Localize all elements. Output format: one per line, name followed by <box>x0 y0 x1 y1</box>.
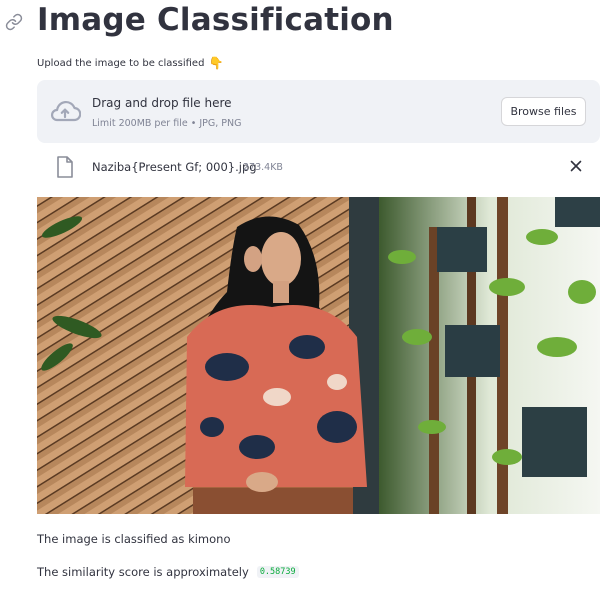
classification-result: The image is classified as kimono <box>37 532 231 546</box>
uploader-label: Upload the image to be classified 👇 <box>37 57 223 69</box>
similarity-score-line: The similarity score is approximately 0.… <box>37 565 299 579</box>
close-icon[interactable] <box>568 158 584 174</box>
link-icon[interactable] <box>5 13 23 31</box>
file-name: Naziba{Present Gf; 000}.jpg <box>92 160 257 174</box>
similarity-score-value: 0.58739 <box>256 566 299 578</box>
file-size: 273.4KB <box>243 162 283 173</box>
page-title: Image Classification <box>37 2 394 38</box>
file-icon <box>57 156 73 178</box>
cloud-upload-icon <box>51 101 81 122</box>
pointing-down-hand-icon: 👇 <box>208 56 224 70</box>
uploaded-file-row: Naziba{Present Gf; 000}.jpg 273.4KB <box>37 154 600 180</box>
app-page: Image Classification Upload the image to… <box>0 0 610 589</box>
browse-files-button[interactable]: Browse files <box>501 97 586 126</box>
similarity-label: The similarity score is approximately <box>37 565 249 579</box>
uploaded-image-preview <box>37 197 600 514</box>
dropzone-title: Drag and drop file here <box>92 96 232 110</box>
dropzone-limit-text: Limit 200MB per file • JPG, PNG <box>92 118 242 129</box>
file-dropzone[interactable]: Drag and drop file here Limit 200MB per … <box>37 80 600 143</box>
uploader-label-text: Upload the image to be classified <box>37 57 205 69</box>
